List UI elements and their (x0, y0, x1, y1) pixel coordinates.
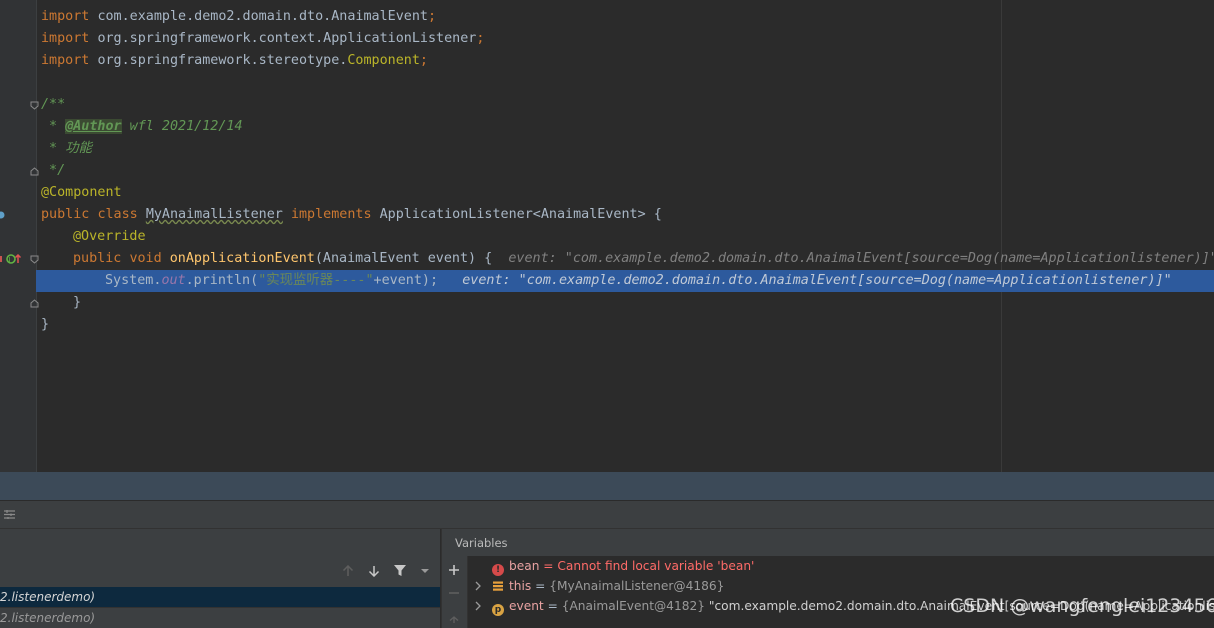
variables-side-toolbar (442, 556, 468, 628)
debug-tool-window-header[interactable] (0, 472, 1214, 500)
code-line-annotation[interactable]: @Override (73, 226, 1214, 248)
error-icon: ! (492, 564, 504, 576)
fold-toggle-icon[interactable] (30, 299, 39, 308)
code-editor[interactable]: I import com.example.demo2.domain.dto.An… (0, 0, 1214, 472)
layout-settings-icon[interactable] (3, 509, 16, 520)
add-watch-icon[interactable] (448, 564, 460, 576)
chevron-right-icon[interactable] (474, 601, 482, 611)
frame-item-selected[interactable]: 2.listenerdemo) (0, 587, 440, 607)
debug-toolbar (0, 501, 1214, 529)
code-line-annotation[interactable]: @Component (41, 182, 1214, 204)
field-list-icon (493, 581, 503, 591)
chevron-down-icon[interactable] (420, 568, 430, 574)
code-line-import[interactable]: import com.example.demo2.domain.dto.Anai… (41, 6, 1214, 28)
fold-toggle-icon[interactable] (30, 101, 39, 110)
code-line-comment[interactable]: * @Author wfl 2021/12/14 (41, 116, 1214, 138)
watermark: CSDN @wangfenglei123456 (950, 595, 1214, 617)
code-line-import[interactable]: import org.springframework.stereotype.Co… (41, 50, 1214, 72)
inline-debug-value: event: "com.example.demo2.domain.dto.Ana… (462, 273, 1172, 288)
implements-method-icon[interactable]: I (0, 253, 22, 265)
arrow-up-icon[interactable] (342, 565, 354, 577)
code-line-method-declaration[interactable]: public void onApplicationEvent(AnaimalEv… (73, 248, 1214, 270)
javadoc-author-tag: @Author (65, 119, 122, 134)
code-line-brace[interactable]: } (41, 314, 1214, 336)
bean-icon[interactable] (0, 210, 6, 220)
code-line-comment[interactable]: */ (41, 160, 1214, 182)
svg-text:I: I (9, 256, 11, 264)
code-line-brace[interactable]: } (73, 292, 1214, 314)
remove-watch-icon[interactable] (448, 592, 460, 594)
inline-debug-value: event: "com.example.demo2.domain.dto.Ana… (508, 251, 1214, 266)
move-up-icon[interactable] (448, 616, 460, 624)
chevron-right-icon[interactable] (474, 581, 482, 591)
variables-panel-title: Variables (442, 529, 1214, 556)
code-line-import[interactable]: import org.springframework.context.Appli… (41, 28, 1214, 50)
parameter-icon: p (492, 604, 504, 616)
code-line-execution-point[interactable]: System.out.println("实现监听器----"+event); e… (36, 270, 1214, 292)
fold-toggle-icon[interactable] (30, 255, 39, 264)
editor-gutter[interactable] (0, 0, 37, 472)
variable-row-bean[interactable]: ! bean = Cannot find local variable 'bean… (492, 556, 754, 576)
code-line-class-declaration[interactable]: public class MyAnaimalListener implement… (41, 204, 1214, 226)
frame-item[interactable]: 2.listenerdemo) (0, 608, 440, 628)
filter-icon[interactable] (393, 564, 407, 577)
arrow-down-icon[interactable] (368, 565, 380, 577)
code-line-comment[interactable]: /** (41, 94, 1214, 116)
variable-row-this[interactable]: this = {MyAnaimalListener@4186} (492, 576, 724, 596)
divider (0, 607, 440, 608)
fold-toggle-icon[interactable] (30, 167, 39, 176)
code-line-comment[interactable]: * 功能 (41, 138, 1214, 160)
frames-panel: 2.listenerdemo) 2.listenerdemo) (0, 529, 440, 628)
